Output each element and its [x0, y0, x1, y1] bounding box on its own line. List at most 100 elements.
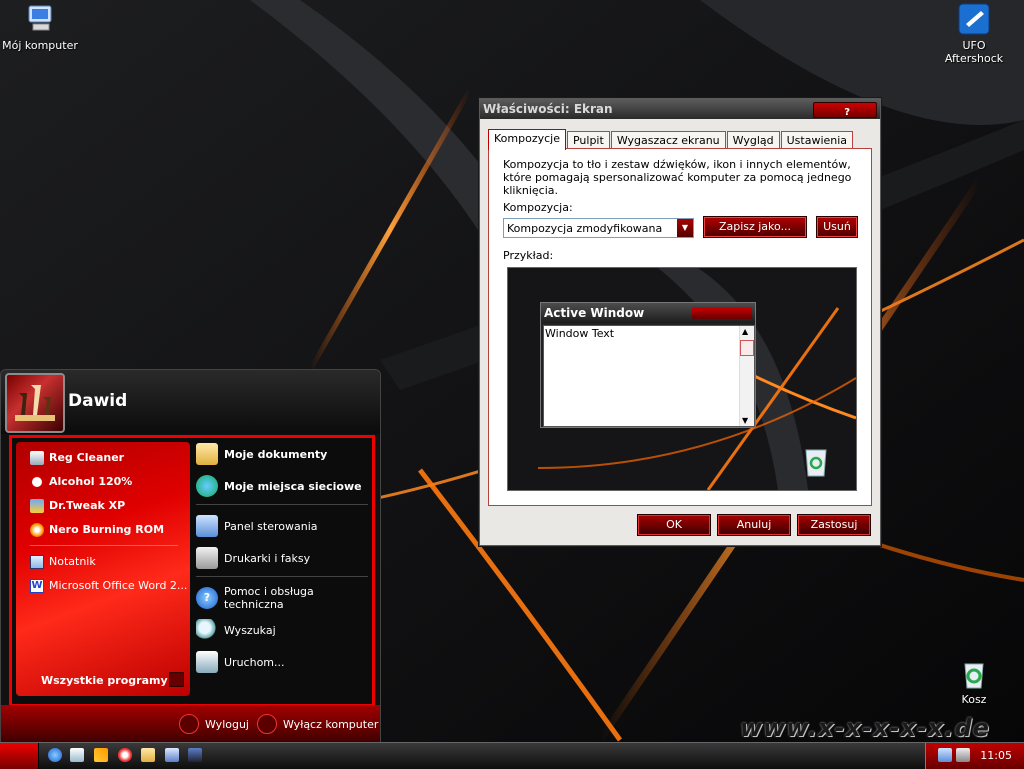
user-name: Dawid [68, 391, 128, 411]
theme-dropdown[interactable]: Kompozycja zmodyfikowana ▼ [503, 218, 694, 238]
save-as-button[interactable]: Zapisz jako... [703, 216, 807, 238]
pencil-icon[interactable] [94, 748, 108, 762]
separator [196, 504, 368, 505]
control-panel-icon [196, 515, 218, 537]
tab-themes[interactable]: Kompozycje [488, 129, 566, 150]
program-alcohol[interactable]: Alcohol 120% [30, 472, 132, 492]
menu-item-label: Pomoc i obsługa techniczna [224, 585, 314, 611]
preview-window-body: Window Text ▲ ▼ [543, 325, 755, 427]
calculator-icon[interactable] [165, 748, 179, 762]
tab-settings[interactable]: Ustawienia [780, 131, 854, 149]
avatar[interactable] [5, 373, 65, 433]
apply-button[interactable]: Zastosuj [797, 514, 871, 536]
desktop-icon-label: UFO Aftershock [944, 39, 1004, 65]
program-reg-cleaner[interactable]: Reg Cleaner [30, 448, 124, 468]
system-tray: 11:05 [925, 743, 1024, 769]
program-label: Dr.Tweak XP [49, 499, 126, 512]
menu-item-label: Moje miejsca sieciowe [224, 479, 362, 493]
menu-item-label: Drukarki i faksy [224, 551, 311, 565]
notepad-icon [30, 555, 44, 569]
desktop-icon-ufo-aftershock[interactable]: UFO Aftershock [934, 2, 1014, 65]
word-icon: W [30, 579, 44, 593]
start-menu-footer: Wyloguj Wyłącz komputer [1, 705, 380, 744]
floppy-icon[interactable] [188, 748, 202, 762]
programs-column: Reg Cleaner Alcohol 120% Dr.Tweak XP Ner… [16, 442, 190, 696]
desktop-icon-my-computer[interactable]: Mój komputer [0, 2, 80, 52]
desktop-icon-label: Mój komputer [2, 39, 78, 52]
program-label: Reg Cleaner [49, 451, 125, 464]
dialog-title-bar[interactable]: Właściwości: Ekran ? [480, 99, 880, 119]
shutdown-button[interactable]: Wyłącz komputer [257, 714, 378, 734]
internet-explorer-icon[interactable] [48, 748, 62, 762]
start-menu-header: Dawid [1, 370, 380, 434]
dr-tweak-icon [30, 499, 44, 513]
help-icon: ? [196, 587, 218, 609]
separator [30, 545, 178, 546]
help-button[interactable]: ? [844, 103, 850, 123]
chess-pieces-icon [15, 385, 55, 421]
tab-appearance[interactable]: Wygląd [726, 131, 780, 149]
program-notepad[interactable]: Notatnik [30, 552, 96, 572]
program-label: Nero Burning ROM [49, 523, 165, 536]
preview-label: Przykład: [503, 249, 554, 262]
logoff-button[interactable]: Wyloguj [179, 714, 249, 734]
lock-icon [179, 714, 199, 734]
my-documents-item[interactable]: Moje dokumenty [196, 442, 327, 466]
power-icon [257, 714, 277, 734]
network-places-item[interactable]: Moje miejsca sieciowe [196, 474, 362, 498]
network-icon[interactable] [938, 748, 952, 762]
tab-strip: Kompozycje Pulpit Wygaszacz ekranu Wyglą… [488, 129, 854, 150]
shutdown-label: Wyłącz komputer [283, 717, 379, 731]
alcohol-icon [30, 475, 44, 489]
arrow-right-icon[interactable] [169, 672, 184, 687]
run-icon [196, 651, 218, 673]
nero-icon [30, 523, 44, 537]
search-item[interactable]: Wyszukaj [196, 618, 276, 642]
themes-description: Kompozycja to tło i zestaw dźwięków, iko… [503, 158, 852, 197]
ok-button[interactable]: OK [637, 514, 711, 536]
control-panel-item[interactable]: Panel sterowania [196, 514, 318, 538]
recycle-bin-icon [957, 656, 991, 690]
separator [196, 576, 368, 577]
program-label: Alcohol 120% [49, 475, 133, 488]
scroll-up-icon: ▲ [742, 327, 749, 336]
clock[interactable]: 11:05 [980, 749, 1012, 762]
scroll-thumb [740, 340, 754, 356]
my-documents-icon [196, 443, 218, 465]
desktop-icon-recycle-bin[interactable]: Kosz [934, 656, 1014, 706]
preview-window-text: Window Text [545, 327, 615, 340]
menu-item-label: Wyszukaj [224, 623, 276, 637]
program-nero[interactable]: Nero Burning ROM [30, 520, 164, 540]
folder-icon[interactable] [141, 748, 155, 762]
tab-desktop[interactable]: Pulpit [566, 131, 610, 149]
cancel-button[interactable]: Anuluj [717, 514, 791, 536]
ufo-aftershock-icon [957, 2, 991, 36]
preview-recycle-bin-icon [805, 449, 827, 477]
start-button[interactable] [0, 743, 39, 769]
theme-preview: Active Window Window Text ▲ ▼ [507, 267, 857, 491]
logoff-label: Wyloguj [205, 717, 249, 731]
taskbar: 11:05 [0, 742, 1024, 769]
chevron-down-icon[interactable]: ▼ [677, 219, 693, 237]
preview-window-title: Active Window [544, 306, 645, 320]
tab-screensaver[interactable]: Wygaszacz ekranu [610, 131, 726, 149]
theme-label: Kompozycja: [503, 201, 573, 214]
help-item[interactable]: ? Pomoc i obsługa techniczna [196, 585, 372, 611]
delete-button[interactable]: Usuń [816, 216, 858, 238]
media-icon[interactable] [118, 748, 132, 762]
printers-item[interactable]: Drukarki i faksy [196, 546, 310, 570]
display-properties-dialog: Właściwości: Ekran ? Kompozycje Pulpit W… [479, 98, 881, 546]
all-programs-button[interactable]: Wszystkie programy [41, 674, 168, 687]
program-label: Microsoft Office Word 2... [49, 579, 188, 592]
reg-cleaner-icon [30, 451, 44, 465]
preview-active-window: Active Window Window Text ▲ ▼ [540, 302, 756, 428]
computer-icon [23, 2, 57, 36]
volume-icon[interactable] [956, 748, 970, 762]
notepad-icon[interactable] [70, 748, 84, 762]
network-places-icon [196, 475, 218, 497]
menu-item-label: Panel sterowania [224, 519, 318, 533]
program-word[interactable]: W Microsoft Office Word 2... [30, 576, 187, 596]
run-item[interactable]: Uruchom... [196, 650, 285, 674]
program-dr-tweak[interactable]: Dr.Tweak XP [30, 496, 125, 516]
program-label: Notatnik [49, 555, 96, 568]
